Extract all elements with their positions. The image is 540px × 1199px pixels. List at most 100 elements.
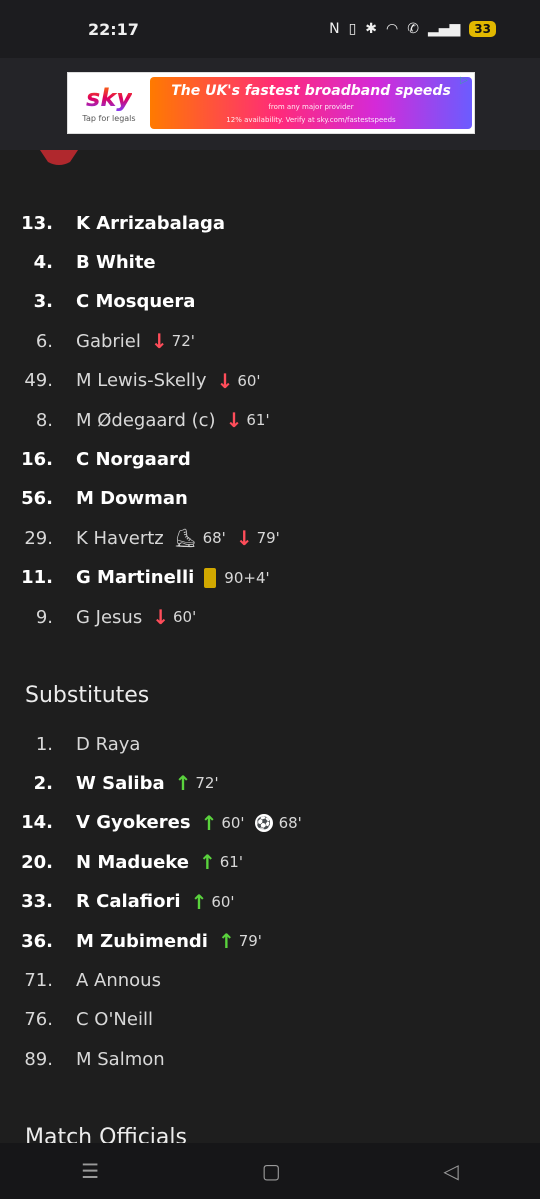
home-icon[interactable]: ▢ xyxy=(262,1159,281,1183)
shirt-number: 56. xyxy=(21,488,53,510)
clock: 22:17 xyxy=(88,19,139,39)
player-row[interactable]: 49. M Lewis-Skelly ↓ 60' xyxy=(0,366,261,396)
event-minute: 79' xyxy=(238,932,262,950)
event-minute: 61' xyxy=(246,411,270,429)
ad-headline: The UK's fastest broadband speeds xyxy=(171,82,451,99)
event-sub-off: ↓ 60' xyxy=(217,369,261,393)
ad-container: sky Tap for legals The UK's fastest broa… xyxy=(0,58,540,150)
shirt-number: 8. xyxy=(35,409,53,431)
player-row[interactable]: 71. A Annous xyxy=(0,965,161,995)
player-row[interactable]: 33. R Calafiori ↑ 60' xyxy=(0,887,235,917)
player-row[interactable]: 8. M Ødegaard (c) ↓ 61' xyxy=(0,405,270,435)
player-name: W Saliba xyxy=(76,772,165,794)
shirt-number: 36. xyxy=(21,930,53,952)
event-minute: 68' xyxy=(202,529,226,548)
sub-off-arrow-icon: ↓ xyxy=(152,605,169,629)
player-name: D Raya xyxy=(76,733,141,755)
player-row[interactable]: 4. B White xyxy=(0,247,156,277)
event-minute: 60' xyxy=(221,813,245,832)
shirt-number: 1. xyxy=(35,733,53,755)
sub-on-arrow-icon: ↑ xyxy=(174,771,192,796)
player-row[interactable]: 16. C Norgaard xyxy=(0,444,191,474)
sub-on-arrow-icon: ↑ xyxy=(190,889,208,914)
sub-off-arrow-icon: ↓ xyxy=(235,526,253,551)
event-sub-off: ↓ 60' xyxy=(152,605,196,629)
team-crest-icon xyxy=(40,150,78,165)
player-name: K Havertz xyxy=(76,527,164,549)
event-sub-on: ↑ 60' xyxy=(201,811,245,835)
back-icon[interactable]: ◁ xyxy=(443,1159,458,1183)
event-sub-on: ↑ 61' xyxy=(199,850,243,874)
ad-subline: from any major provider xyxy=(268,102,354,111)
shirt-number: 14. xyxy=(21,812,53,834)
player-name: M Ødegaard (c) xyxy=(76,409,216,431)
sub-on-arrow-icon: ↑ xyxy=(200,810,218,835)
player-name: K Arrizabalaga xyxy=(76,212,226,234)
player-row[interactable]: 11. G Martinelli 90+4' xyxy=(0,563,270,593)
player-row[interactable]: 20. N Madueke ↑ 61' xyxy=(0,847,243,877)
player-row[interactable]: 36. M Zubimendi ↑ 79' xyxy=(0,926,262,956)
player-row[interactable]: 29. K Havertz ⛸ 68' ↓ 79' xyxy=(0,523,280,553)
substitutes-heading: Substitutes xyxy=(25,683,150,708)
event-minute: 72' xyxy=(171,332,195,351)
battery-indicator: 33 xyxy=(469,21,496,37)
yellow-card-icon xyxy=(204,567,217,588)
player-row[interactable]: 9. G Jesus ↓ 60' xyxy=(0,602,196,632)
status-bar: 22:17 N ▯ ✱ ◠ ✆ ▂▄▆ 33 xyxy=(0,0,540,58)
sub-on-arrow-icon: ↑ xyxy=(199,850,216,875)
player-name: M Dowman xyxy=(76,488,188,510)
player-row[interactable]: 76. C O'Neill xyxy=(0,1005,153,1035)
player-row[interactable]: 2. W Saliba ↑ 72' xyxy=(0,768,219,798)
event-minute: 60' xyxy=(211,892,235,911)
event-sub-off: ↓ 61' xyxy=(226,408,270,432)
recents-icon[interactable]: ☰ xyxy=(81,1159,99,1183)
player-name: N Madueke xyxy=(76,851,189,873)
ad-creative[interactable]: The UK's fastest broadband speeds from a… xyxy=(150,77,472,129)
event-minute: 79' xyxy=(256,529,280,548)
nfc-icon: N xyxy=(329,21,340,37)
event-minute: 68' xyxy=(278,813,302,832)
player-row[interactable]: 6. Gabriel ↓ 72' xyxy=(0,326,195,356)
shirt-number: 2. xyxy=(33,772,53,794)
player-row[interactable]: 56. M Dowman xyxy=(0,484,188,514)
player-row[interactable]: 89. M Salmon xyxy=(0,1044,165,1074)
call-icon: ✆ xyxy=(407,21,419,37)
event-minute: 90+4' xyxy=(224,568,270,587)
player-name: B White xyxy=(76,251,156,273)
ad-legal-link[interactable]: Tap for legals xyxy=(82,114,135,123)
shirt-number: 33. xyxy=(21,891,53,913)
sky-logo: sky xyxy=(86,83,132,112)
player-name: Gabriel xyxy=(76,330,141,352)
signal-icon: ▂▄▆ xyxy=(427,21,461,37)
wifi-icon: ◠ xyxy=(386,21,399,37)
event-sub-off: ↓ 72' xyxy=(151,329,195,353)
player-name: C Norgaard xyxy=(76,448,191,470)
player-row[interactable]: 14. V Gyokeres ↑ 60' ⚽ 68' xyxy=(0,808,302,838)
player-row[interactable]: 1. D Raya xyxy=(0,729,141,759)
event-yellow-card: 90+4' xyxy=(204,567,270,588)
player-name: G Martinelli xyxy=(76,567,195,589)
bluetooth-icon: ✱ xyxy=(365,21,378,37)
player-name: C O'Neill xyxy=(76,1009,153,1031)
ad-banner[interactable]: sky Tap for legals The UK's fastest broa… xyxy=(67,72,475,134)
player-row[interactable]: 13. K Arrizabalaga xyxy=(0,208,225,238)
ad-logo: sky Tap for legals xyxy=(68,73,150,133)
event-sub-on: ↑ 60' xyxy=(191,890,235,914)
player-name: M Salmon xyxy=(76,1048,165,1070)
adchoices-icon[interactable]: ▷ xyxy=(460,75,472,87)
event-minute: 72' xyxy=(195,774,219,793)
player-name: M Lewis-Skelly xyxy=(76,370,207,392)
shirt-number: 89. xyxy=(24,1048,53,1070)
shirt-number: 20. xyxy=(21,851,53,873)
event-sub-on: ↑ 79' xyxy=(218,929,262,953)
shirt-number: 6. xyxy=(35,330,53,352)
player-name: R Calafiori xyxy=(76,891,181,913)
player-name: M Zubimendi xyxy=(76,930,208,952)
player-row[interactable]: 3. C Mosquera xyxy=(0,287,196,317)
event-minute: 60' xyxy=(172,608,197,626)
sub-off-arrow-icon: ↓ xyxy=(150,329,168,354)
goal-ball-icon: ⚽ xyxy=(254,813,273,832)
assist-boot-icon: ⛸ xyxy=(173,527,197,549)
shirt-number: 11. xyxy=(21,567,53,589)
sub-off-arrow-icon: ↓ xyxy=(216,368,234,393)
